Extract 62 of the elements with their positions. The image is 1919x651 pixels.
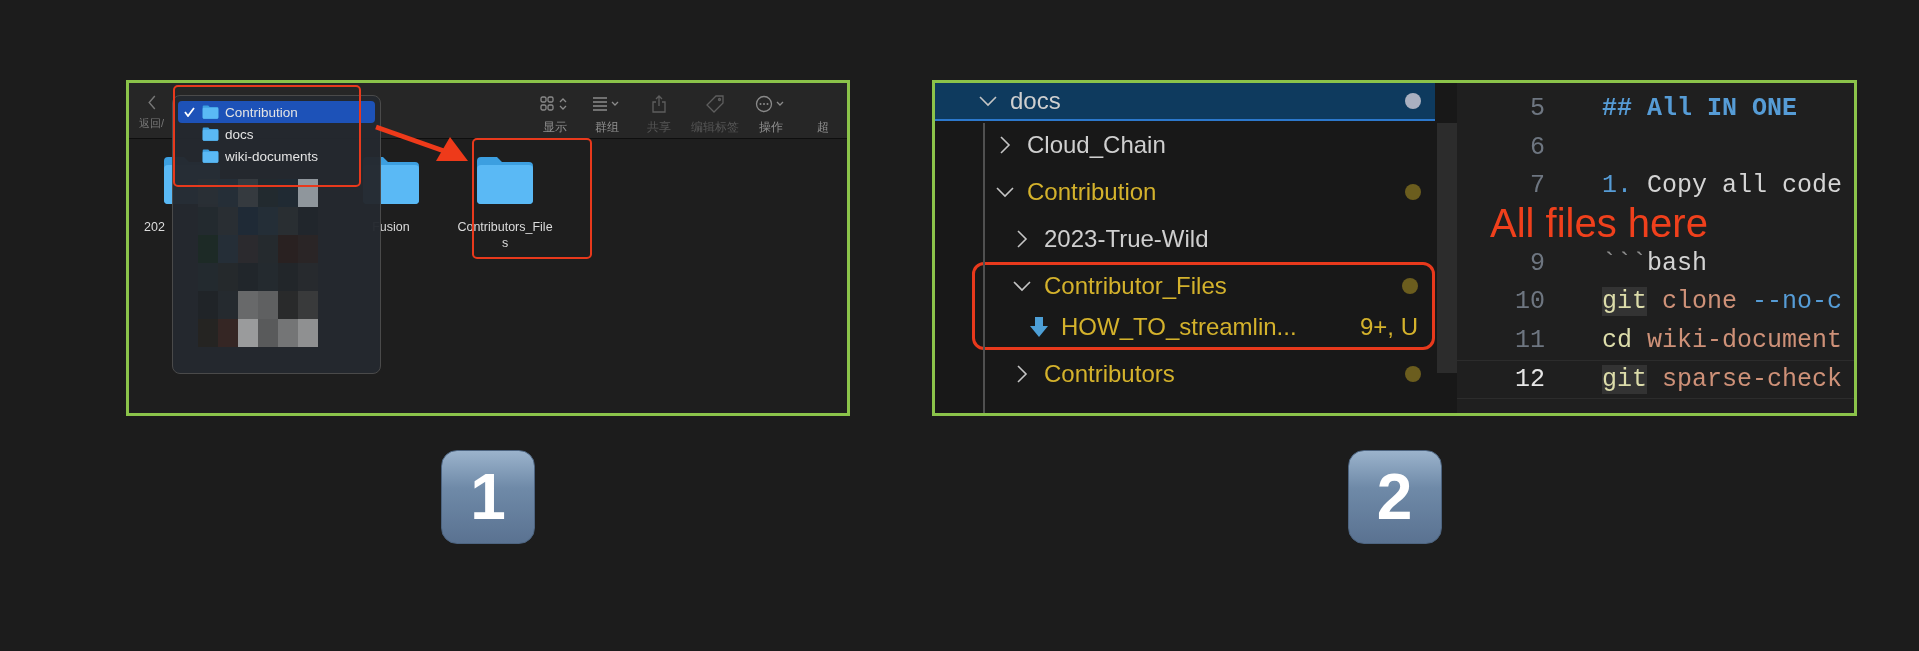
toolbar-button[interactable]: 操作 — [751, 83, 791, 138]
menu-label: docs — [225, 126, 254, 142]
tree-item[interactable]: Contribution — [935, 168, 1435, 215]
share-icon — [652, 95, 666, 113]
status-dot — [1405, 183, 1421, 200]
step-badge: 1 — [441, 450, 535, 544]
folder-icon — [475, 155, 535, 205]
code-token: git — [1602, 364, 1647, 394]
toolbar-button[interactable]: 超 — [803, 83, 843, 138]
tree-label: docs — [1010, 87, 1061, 115]
folder-icon — [202, 149, 219, 163]
tree-item[interactable]: Cloud_Chain — [935, 121, 1435, 168]
line-number: 9 — [1529, 248, 1545, 278]
line-number: 12 — [1514, 364, 1545, 394]
tree-label: Contributors — [1044, 359, 1175, 388]
code-token: wiki-document — [1647, 325, 1843, 355]
tree-item[interactable]: Contributor_Files — [975, 265, 1432, 306]
code-token: ``` — [1602, 248, 1647, 278]
menu-item[interactable]: Contribution — [178, 101, 375, 123]
tree-label: 2023-True-Wild — [1044, 224, 1209, 253]
code-token: cd — [1602, 325, 1632, 355]
menu-item[interactable]: wiki-documents — [178, 145, 375, 167]
step-badge: 2 — [1347, 450, 1442, 544]
toolbar-button[interactable]: 群组 — [587, 83, 627, 138]
chevron-left-icon — [146, 95, 157, 110]
line-number: 6 — [1529, 132, 1545, 162]
toolbar-button[interactable]: 显示 — [535, 83, 575, 138]
code-token: bash — [1647, 248, 1708, 278]
code-token: 1. — [1602, 171, 1632, 201]
line-number: 7 — [1529, 171, 1545, 201]
code-token: git — [1602, 287, 1647, 317]
line-number: 5 — [1529, 93, 1545, 123]
tree-label: Contribution — [1027, 177, 1157, 206]
tag-icon — [706, 95, 724, 113]
tree-label: Cloud_Chain — [1027, 130, 1166, 159]
status-text: 9+, U — [1359, 312, 1418, 341]
tree-label: Contributor_Files — [1044, 271, 1227, 300]
folder-label: 202 — [144, 219, 165, 236]
code-token: clone — [1662, 287, 1738, 317]
code-token: --no-c — [1752, 287, 1843, 317]
folder-icon — [202, 105, 219, 119]
tree-item[interactable]: Contributors — [935, 350, 1435, 397]
tree-item[interactable]: HOW_TO_streamlin... 9+, U — [975, 306, 1432, 347]
tree-label: HOW_TO_streamlin... — [1061, 312, 1297, 341]
code-token: ## All IN ONE — [1602, 93, 1798, 123]
status-dot — [1402, 277, 1418, 294]
down-arrow-icon — [1028, 315, 1050, 338]
status-dot — [1405, 93, 1421, 109]
code-token: Copy all code — [1647, 171, 1843, 201]
menu-label: wiki-documents — [225, 148, 319, 164]
code-token: sparse-check — [1662, 364, 1843, 394]
line-number: 10 — [1514, 287, 1545, 317]
line-number: 11 — [1514, 325, 1545, 355]
checkmark-icon — [184, 107, 195, 117]
menu-label: Contribution — [225, 104, 298, 120]
tree-item[interactable]: docs — [935, 83, 1435, 121]
tree-item[interactable]: 2023-True-Wild — [935, 215, 1435, 262]
annotation-text: All files here — [1490, 201, 1708, 246]
menu-item[interactable]: docs — [178, 123, 375, 145]
back-button[interactable]: 返回/ — [139, 95, 165, 131]
status-dot — [1405, 365, 1421, 382]
folder-icon — [202, 127, 219, 141]
